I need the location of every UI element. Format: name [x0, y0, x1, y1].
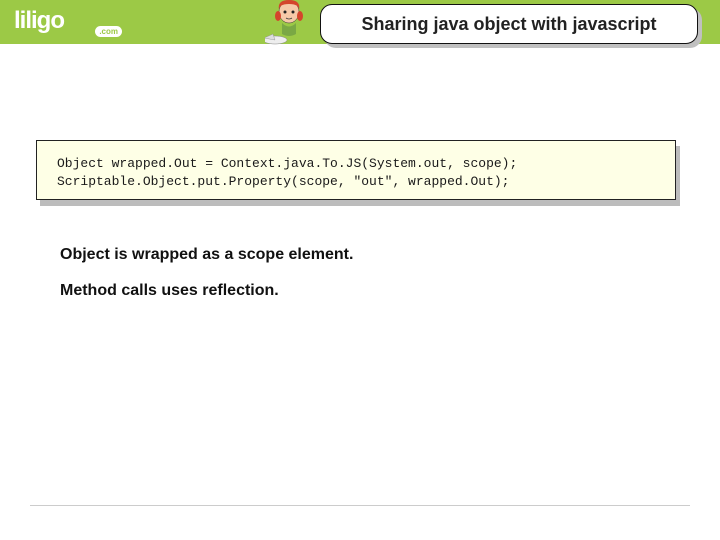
slide-title-box: Sharing java object with javascript — [320, 4, 698, 44]
header-band: liligo .com Sharing java object with jav… — [0, 0, 720, 44]
footer-divider — [30, 505, 690, 506]
cartoon-icon — [265, 0, 313, 48]
code-box: Object wrapped.Out = Context.java.To.JS(… — [36, 140, 676, 200]
logo: liligo .com — [6, 5, 130, 39]
slide-title: Sharing java object with javascript — [361, 14, 656, 35]
body-text: Object is wrapped as a scope element. Me… — [60, 246, 660, 318]
body-para-1: Object is wrapped as a scope element. — [60, 246, 660, 264]
code-line-2: Scriptable.Object.put.Property(scope, "o… — [57, 174, 509, 189]
logo-badge: .com — [95, 26, 122, 37]
code-line-1: Object wrapped.Out = Context.java.To.JS(… — [57, 156, 517, 171]
code-content: Object wrapped.Out = Context.java.To.JS(… — [57, 155, 655, 190]
body-para-2: Method calls uses reflection. — [60, 282, 660, 300]
